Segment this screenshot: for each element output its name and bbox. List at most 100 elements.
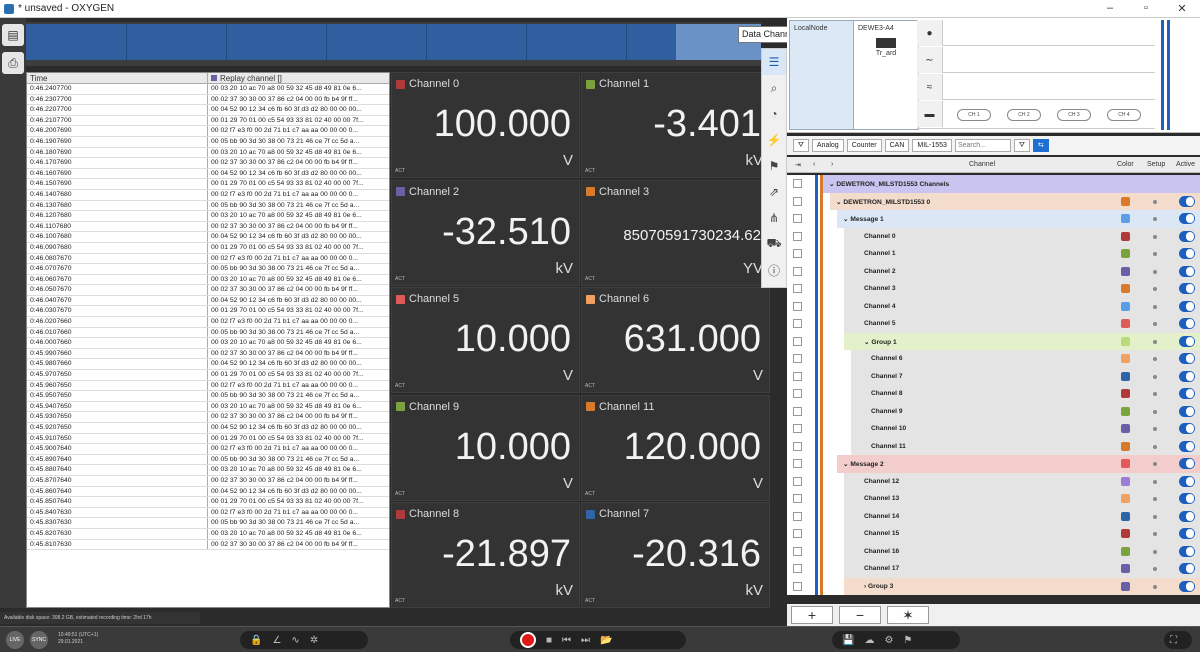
gear-icon[interactable]: ⚙	[884, 635, 893, 646]
log-col-time[interactable]: Time	[27, 73, 208, 83]
setup-icon[interactable]	[1153, 269, 1157, 274]
fullscreen-button[interactable]: ⛶	[1164, 631, 1192, 649]
active-toggle[interactable]	[1179, 493, 1195, 504]
setup-icon[interactable]	[1153, 339, 1157, 344]
tree-row[interactable]: Channel 13	[787, 490, 1200, 508]
table-row[interactable]: 0:46.2407700 00 03 20 10 ac 70 a8 00 59 3…	[27, 84, 389, 95]
active-toggle[interactable]	[1179, 335, 1195, 347]
row-checkbox[interactable]	[793, 406, 802, 416]
channel-color-swatch[interactable]	[1121, 581, 1130, 591]
tree-row[interactable]: ⌄ Message 1	[787, 210, 1200, 228]
event-log-table[interactable]: Time Replay channel [] 0:46.2407700 00 03…	[26, 72, 390, 608]
row-checkbox[interactable]	[793, 424, 802, 433]
setup-icon[interactable]	[1153, 357, 1157, 361]
setup-icon[interactable]	[1153, 374, 1157, 379]
tree-row[interactable]: Channel 16	[787, 542, 1200, 560]
magic-wand-icon[interactable]: ✶	[887, 606, 929, 624]
row-checkbox[interactable]	[793, 319, 802, 328]
skip-back-icon[interactable]: ⏮	[562, 635, 571, 646]
collapse-icon[interactable]: ⇥	[795, 161, 801, 169]
tree-row[interactable]: Channel 15	[787, 525, 1200, 543]
layers-icon[interactable]: ▤	[2, 24, 24, 46]
table-row[interactable]: 0:46.0707670 00 05 bb 90 3d 30 38 00 73 2…	[27, 264, 389, 275]
channel-color-swatch[interactable]	[1121, 371, 1130, 381]
table-row[interactable]: 0:46.0807670 00 02 f7 e3 f0 00 2d 71 b1 c…	[27, 253, 389, 265]
digital-meter[interactable]: Channel 0 100.000 V ACT	[391, 72, 580, 178]
tree-row[interactable]: Channel 1	[787, 245, 1200, 263]
overview-timeline[interactable]	[26, 22, 761, 66]
row-checkbox[interactable]	[793, 441, 802, 451]
row-checkbox[interactable]	[793, 459, 802, 468]
forward-icon[interactable]: ›	[831, 161, 833, 168]
row-checkbox[interactable]	[793, 301, 802, 311]
filter-mil[interactable]: MIL-1553	[912, 139, 952, 152]
digital-meter[interactable]: Channel 5 10.000 V ACT	[391, 287, 580, 393]
setup-icon[interactable]	[1153, 234, 1157, 239]
maximize-button[interactable]: ▫	[1128, 2, 1164, 15]
info-icon[interactable]: ⓘ	[762, 257, 786, 283]
table-row[interactable]: 0:46.1307680 00 05 bb 90 3d 30 38 00 73 2…	[27, 200, 389, 212]
table-row[interactable]: 0:46.2007690 00 02 f7 e3 f0 00 2d 71 b1 c…	[27, 126, 389, 137]
setup-icon[interactable]	[1153, 584, 1157, 589]
setup-icon[interactable]	[1153, 217, 1157, 221]
setup-icon[interactable]	[1153, 304, 1157, 309]
table-row[interactable]: 0:46.1707690 00 02 37 30 30 00 37 86 c2 0…	[27, 158, 389, 169]
digital-meter[interactable]: Channel 3 85070591730234.62 YV ACT	[581, 179, 770, 286]
channel-color-swatch[interactable]	[1121, 319, 1130, 328]
connector[interactable]: CH 1	[957, 109, 991, 121]
table-row[interactable]: 0:45.8107630 00 02 37 30 30 00 37 86 c2 0…	[27, 539, 389, 551]
print-icon[interactable]: ⎙	[2, 52, 24, 74]
row-checkbox[interactable]	[793, 249, 802, 258]
setup-icon[interactable]	[1153, 532, 1157, 536]
channel-color-swatch[interactable]	[1121, 196, 1130, 206]
device-node[interactable]: DEWE3-A4 Tr_ard	[853, 20, 919, 130]
table-row[interactable]: 0:46.0507670 00 02 37 30 30 00 37 86 c2 0…	[27, 285, 389, 296]
digital-meter[interactable]: Channel 9 10.000 V ACT	[391, 394, 580, 501]
table-row[interactable]: 0:45.9207650 00 04 52 90 12 34 c6 fb 60 3…	[27, 423, 389, 434]
row-checkbox[interactable]	[793, 564, 802, 573]
table-row[interactable]: 0:46.1607690 00 04 52 90 12 34 c6 fb 60 3…	[27, 168, 389, 180]
digital-meter[interactable]: Channel 11 120.000 V ACT	[581, 394, 770, 501]
table-row[interactable]: 0:45.8507640 00 01 29 70 01 00 c5 54 93 3…	[27, 497, 389, 508]
active-toggle[interactable]	[1179, 388, 1195, 399]
channel-color-swatch[interactable]	[1121, 231, 1130, 241]
setup-icon[interactable]	[1153, 322, 1157, 326]
table-row[interactable]: 0:45.8907640 00 05 bb 90 3d 30 38 00 73 2…	[27, 454, 389, 466]
trend-icon[interactable]: ∿	[291, 635, 299, 646]
table-row[interactable]: 0:46.1907690 00 05 bb 90 3d 30 38 00 73 2…	[27, 136, 389, 148]
tree-row[interactable]: Channel 2	[787, 262, 1200, 280]
setup-icon[interactable]	[1153, 444, 1157, 449]
row-checkbox[interactable]	[793, 494, 802, 503]
tree-row[interactable]: Channel 10	[787, 420, 1200, 438]
setup-icon[interactable]	[1153, 392, 1157, 396]
table-row[interactable]: 0:45.8707640 00 02 37 30 30 00 37 86 c2 0…	[27, 475, 389, 487]
table-row[interactable]: 0:46.0607670 00 03 20 10 ac 70 a8 00 59 3…	[27, 274, 389, 286]
tree-row[interactable]: › Group 3	[787, 577, 1200, 595]
active-toggle[interactable]	[1179, 563, 1195, 574]
tree-row[interactable]: Channel 12	[787, 472, 1200, 490]
digital-meter[interactable]: Channel 7 -20.316 kV ACT	[581, 502, 770, 608]
setup-icon[interactable]	[1153, 252, 1157, 256]
flag-icon[interactable]: ⚑	[762, 153, 786, 179]
table-row[interactable]: 0:45.8407630 00 02 f7 e3 f0 00 2d 71 b1 c…	[27, 507, 389, 519]
network-icon[interactable]: ⋔	[762, 205, 786, 231]
row-checkbox[interactable]	[793, 179, 802, 188]
log-col-channel[interactable]: Replay channel []	[208, 73, 389, 83]
active-toggle[interactable]	[1179, 440, 1195, 452]
active-toggle[interactable]	[1179, 265, 1195, 277]
row-checkbox[interactable]	[793, 546, 802, 556]
table-row[interactable]: 0:46.0107660 00 05 bb 90 3d 30 38 00 73 2…	[27, 327, 389, 339]
active-toggle[interactable]	[1179, 423, 1195, 434]
row-checkbox[interactable]	[793, 196, 802, 206]
tree-row[interactable]: Channel 4	[787, 297, 1200, 315]
export-icon[interactable]: ⇗	[762, 179, 786, 205]
filter-icon[interactable]: ⛛	[793, 139, 809, 152]
tree-row[interactable]: ⌄ DEWETRON_MILSTD1553 0	[787, 192, 1200, 210]
table-row[interactable]: 0:45.9907660 00 02 37 30 30 00 37 86 c2 0…	[27, 348, 389, 360]
record-button[interactable]	[520, 632, 536, 648]
live-badge[interactable]: LIVE	[6, 631, 24, 649]
active-toggle[interactable]	[1179, 510, 1195, 522]
channel-color-swatch[interactable]	[1121, 564, 1130, 573]
tree-row[interactable]: Channel 11	[787, 437, 1200, 455]
channel-tree[interactable]: ⌄ DEWETRON_MILSTD1553 Channels ⌄ DEWETRON…	[787, 175, 1200, 595]
